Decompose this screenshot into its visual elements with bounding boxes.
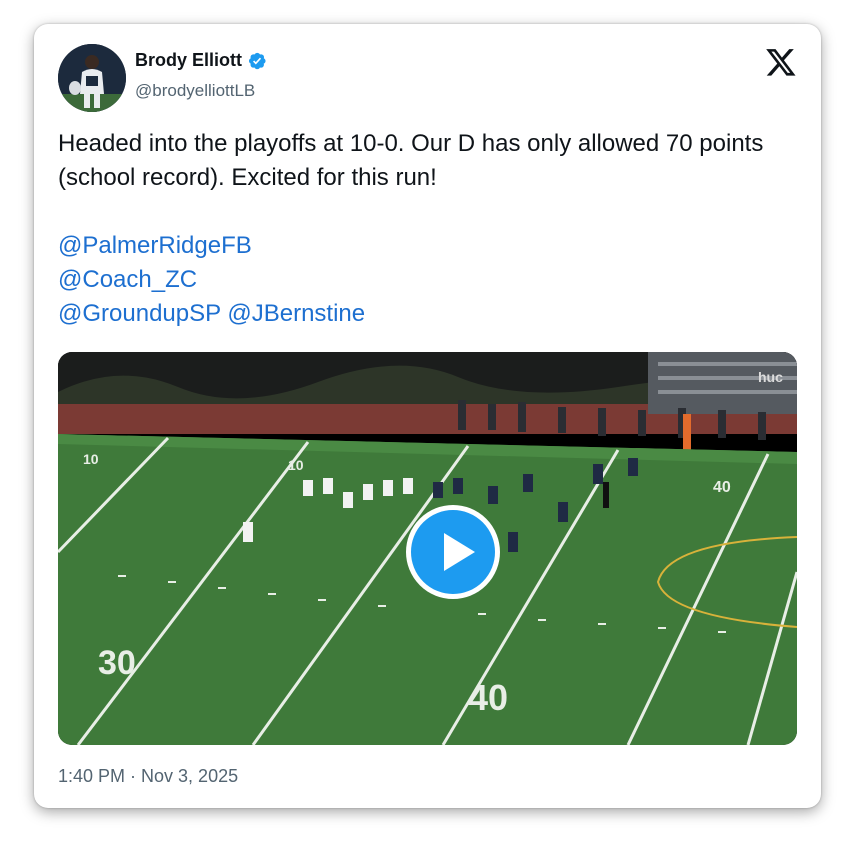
tweet-text: Headed into the playoffs at 10-0. Our D … [58, 130, 764, 191]
author-row[interactable]: Brody Elliott [135, 50, 267, 71]
avatar[interactable] [58, 44, 126, 112]
tweet-card: Brody Elliott @brodyelliottLB Headed int… [34, 24, 821, 808]
tweet-body: Headed into the playoffs at 10-0. Our D … [58, 127, 798, 331]
mention-groundupsp-jbernstine[interactable]: @GroundupSP @JBernstine [58, 297, 798, 331]
yard-number: 10 [288, 457, 304, 473]
play-icon [444, 533, 475, 571]
mention-palmerridgefb[interactable]: @PalmerRidgeFB [58, 229, 798, 263]
yard-number: 40 [713, 479, 731, 496]
video-watermark: huc [758, 369, 783, 385]
mention-coach-zc[interactable]: @Coach_ZC [58, 263, 798, 297]
author-handle[interactable]: @brodyelliottLB [135, 81, 255, 101]
yard-number: 30 [98, 644, 136, 682]
tweet-spacer [58, 195, 798, 229]
verified-badge-icon [249, 52, 266, 69]
video-player[interactable]: 10 10 30 40 40 huc [58, 352, 797, 745]
play-button[interactable] [406, 505, 500, 599]
tweet-timestamp[interactable]: 1:40 PM · Nov 3, 2025 [58, 766, 238, 787]
yard-number: 40 [468, 677, 508, 718]
x-logo-icon[interactable] [765, 46, 797, 78]
author-name[interactable]: Brody Elliott [135, 50, 242, 71]
yard-number: 10 [83, 451, 99, 467]
